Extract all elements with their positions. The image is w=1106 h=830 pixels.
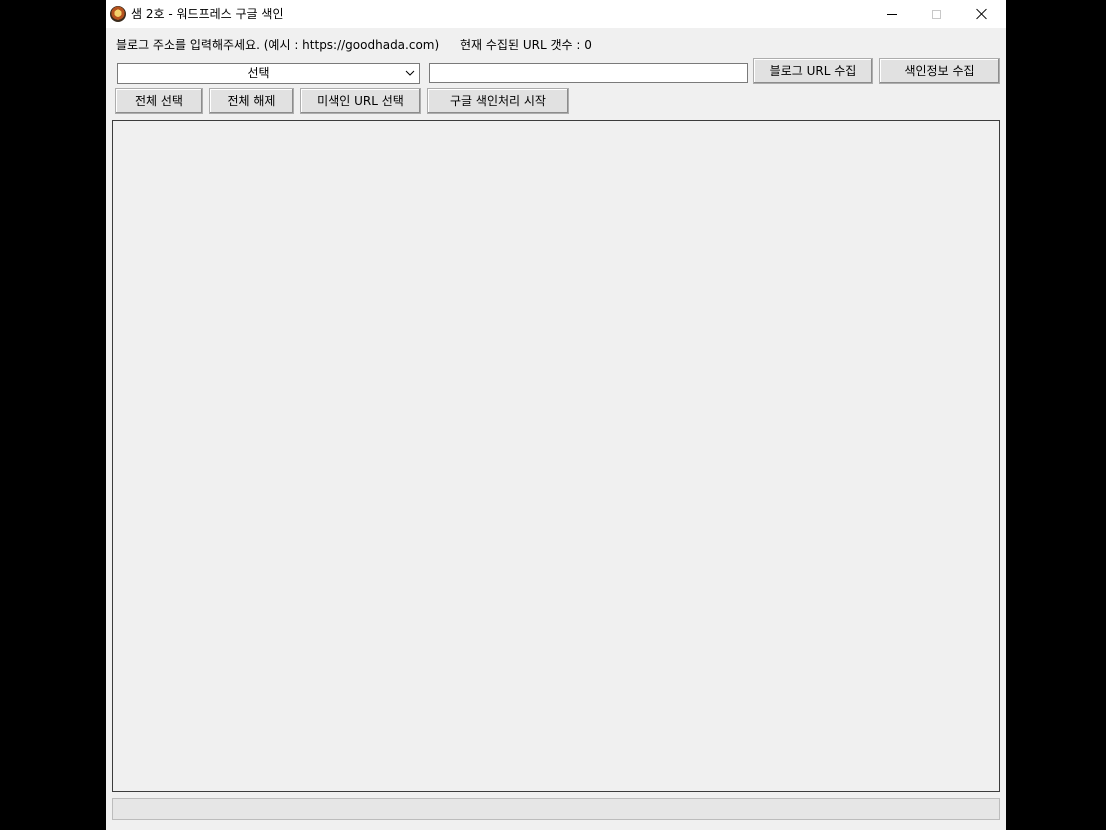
maximize-icon <box>932 9 941 19</box>
title-bar: 샘 2호 - 워드프레스 구글 색인 <box>106 0 1006 28</box>
blog-select-dropdown[interactable]: 선택 <box>117 63 420 84</box>
collect-blog-url-button[interactable]: 블로그 URL 수집 <box>753 58 873 84</box>
minimize-button[interactable] <box>869 0 914 28</box>
close-icon <box>976 8 988 20</box>
blog-url-input[interactable] <box>429 63 748 83</box>
select-unindexed-url-button[interactable]: 미색인 URL 선택 <box>300 88 421 114</box>
close-button[interactable] <box>959 0 1004 28</box>
chevron-down-icon <box>405 70 415 76</box>
url-list-box[interactable] <box>112 120 1000 792</box>
minimize-icon <box>886 13 897 15</box>
window-title: 샘 2호 - 워드프레스 구글 색인 <box>131 7 284 21</box>
app-logo-icon <box>110 6 126 22</box>
select-all-button[interactable]: 전체 선택 <box>115 88 203 114</box>
collect-index-info-button[interactable]: 색인정보 수집 <box>879 58 1000 84</box>
blog-address-instruction: 블로그 주소를 입력해주세요. (예시 : https://goodhada.c… <box>116 38 440 52</box>
start-google-index-button[interactable]: 구글 색인처리 시작 <box>427 88 569 114</box>
dropdown-selected-value: 선택 <box>247 66 270 80</box>
main-window: 샘 2호 - 워드프레스 구글 색인 블로그 주소를 입력해주세요. (예시 :… <box>106 0 1006 830</box>
progress-bar <box>112 798 1000 820</box>
maximize-button <box>914 0 959 28</box>
deselect-all-button[interactable]: 전체 해제 <box>209 88 294 114</box>
collected-url-count: 현재 수집된 URL 갯수 : 0 <box>460 38 592 52</box>
